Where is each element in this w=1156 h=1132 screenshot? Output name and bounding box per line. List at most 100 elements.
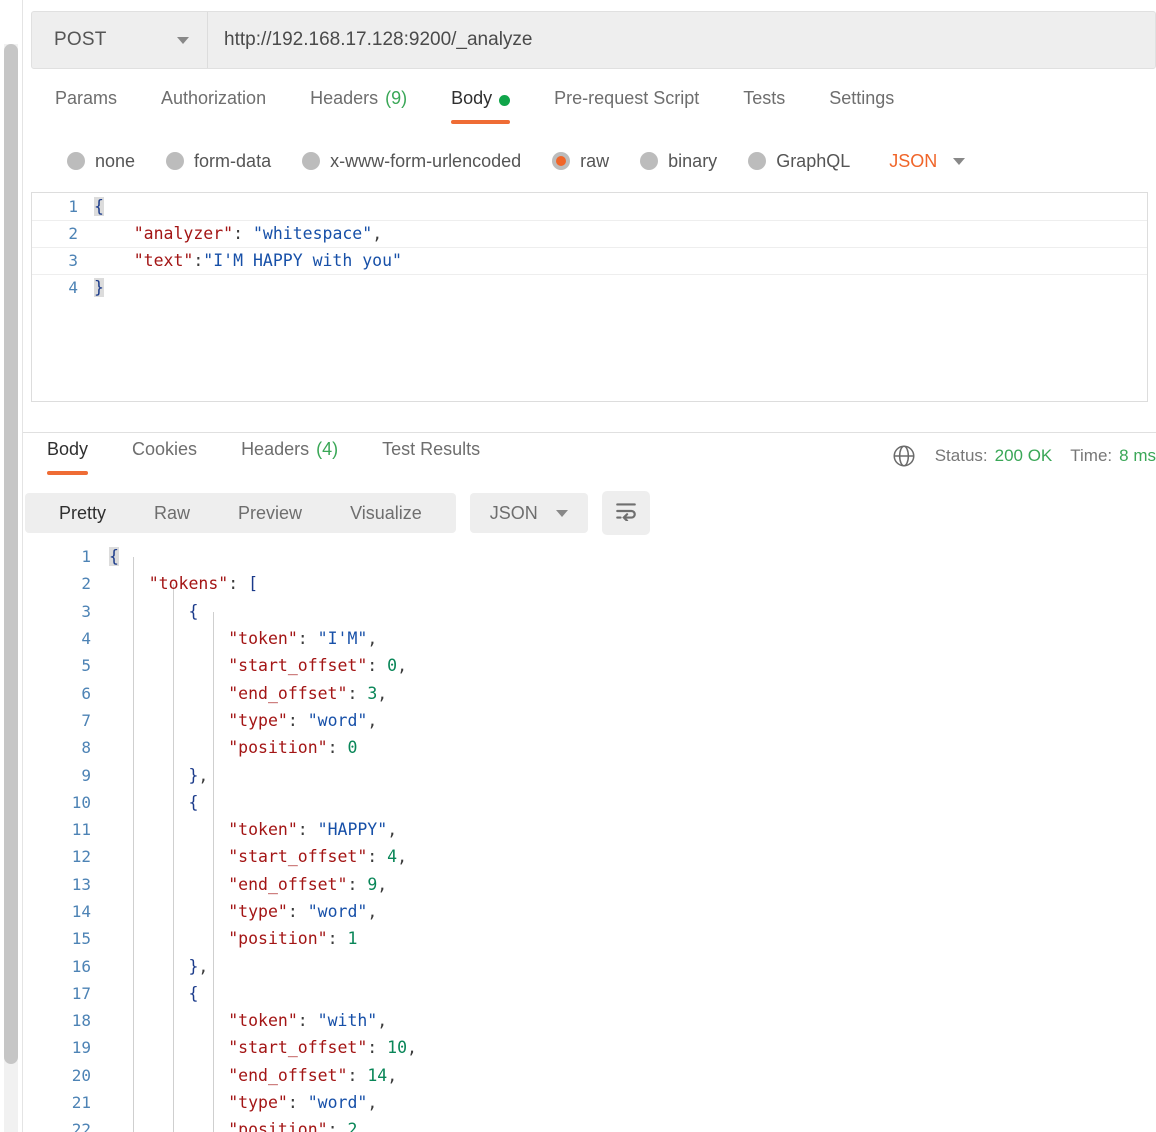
line-number: 1 [81,547,91,567]
code-token: 3 [367,683,378,703]
radio-icon[interactable] [640,152,659,170]
request-tab-pre-request-script[interactable]: Pre-request Script [532,82,721,128]
request-tab-tests[interactable]: Tests [721,82,807,128]
code-token: "with" [317,1011,378,1031]
code-token: { [109,547,119,567]
body-type-label: GraphQL [776,150,851,171]
code-line: 7 "type": "word", [23,707,1156,734]
request-tab-body[interactable]: Body [429,82,532,128]
line-number: 4 [81,629,91,649]
code-line: 9 }, [23,761,1156,788]
code-token: "position" [228,929,328,949]
page-scrollbar[interactable] [0,0,22,1132]
http-method-label: POST [54,29,107,50]
code-token: 1 [347,929,358,949]
page-scrollbar-thumb[interactable] [4,44,18,1064]
code-token: "token" [228,1011,298,1031]
word-wrap-button[interactable] [601,491,650,535]
radio-icon[interactable] [302,152,321,170]
body-type-label: none [95,150,136,171]
request-body-type-options: none form-data x-www-form-urlencoded raw bin… [23,134,1156,188]
code-line: 8 "position": 0 [23,734,1156,761]
response-view-raw[interactable]: Raw [130,493,214,533]
code-content: "start_offset": 4, [109,847,407,866]
body-type-label: x-www-form-urlencoded [330,150,522,171]
code-token: [ [248,574,259,594]
response-tab-cookies[interactable]: Cookies [110,433,219,479]
response-view-preview[interactable]: Preview [214,493,326,533]
body-type-radio-raw[interactable]: raw [552,151,609,172]
code-token: } [94,278,104,297]
response-tab-headers[interactable]: Headers (4) [219,433,360,479]
chevron-down-icon [177,36,189,44]
code-content: { [109,602,198,621]
line-number: 15 [71,929,91,949]
request-tab-authorization[interactable]: Authorization [139,82,288,128]
radio-icon[interactable] [67,152,85,170]
response-tab-test-results[interactable]: Test Results [360,433,502,479]
response-view-visualize[interactable]: Visualize [326,493,446,533]
code-line: 5 "start_offset": 0, [23,652,1156,679]
code-token: , [367,902,378,921]
body-type-radio-graphql[interactable]: GraphQL [748,151,850,172]
request-body-editor[interactable]: 1{2 "analyzer": "whitespace", 3 "text":"I… [31,192,1148,402]
http-method-select[interactable]: POST [32,12,208,68]
code-token: "text" [133,251,194,270]
response-toolbar: Pretty Raw Preview Visualize JSON [23,485,1156,541]
code-token: , [198,765,209,785]
url-input[interactable]: http://192.168.17.128:9200/_analyze [208,12,1155,68]
body-type-radio-binary[interactable]: binary [640,151,717,172]
response-format-select[interactable]: JSON [469,493,588,533]
radio-icon[interactable] [166,152,185,170]
line-number: 9 [81,765,91,785]
response-tab-label: Body [47,439,89,459]
code-line: 19 "start_offset": 10, [23,1034,1156,1061]
request-tab-headers[interactable]: Headers (9) [288,82,429,128]
code-token: : [297,1011,318,1031]
code-token: : [287,710,308,730]
code-line: 16 }, [23,952,1156,979]
code-content: "start_offset": 10, [109,1038,417,1057]
status-pair: Status: 200 OK [935,446,1053,466]
time-pair: Time: 8 ms [1070,446,1156,466]
body-type-radio-x-www-form-urlencoded[interactable]: x-www-form-urlencoded [302,151,521,172]
code-token: "start_offset" [228,847,368,867]
body-type-radio-form-data[interactable]: form-data [166,151,271,172]
radio-icon[interactable] [552,152,571,170]
active-tab-underline [451,120,511,124]
response-tab-body[interactable]: Body [25,433,110,479]
response-tab-label: Test Results [382,439,481,459]
code-token: "type" [228,902,288,921]
request-tab-label: Headers [310,88,379,108]
code-line: 20 "end_offset": 14, [23,1062,1156,1089]
code-content: { [109,547,119,567]
line-number: 8 [81,738,91,758]
radio-icon[interactable] [748,152,767,170]
request-body-code[interactable]: 1{2 "analyzer": "whitespace", 3 "text":"I… [32,193,1147,401]
request-body-format-select[interactable]: JSON [889,151,966,172]
code-line: 4 "token": "I'M", [23,625,1156,652]
url-bar: POST http://192.168.17.128:9200/_analyze [31,11,1156,69]
response-body-editor[interactable]: 1{2 "tokens": [3 {4 "token": "I'M", 5 "st… [23,543,1156,1132]
code-token: "tokens" [148,574,229,594]
line-number: 19 [71,1038,91,1058]
code-content: "start_offset": 0, [109,656,407,675]
code-token: , [367,710,378,730]
code-token: , [407,1038,417,1058]
code-token: "start_offset" [228,1038,368,1058]
response-view-pretty[interactable]: Pretty [35,493,130,533]
response-body-code[interactable]: 1{2 "tokens": [3 {4 "token": "I'M", 5 "st… [23,543,1156,1132]
request-tab-settings[interactable]: Settings [807,82,916,128]
code-line: 12 "start_offset": 4, [23,843,1156,870]
code-line: 22 "position": 2 [23,1116,1156,1132]
request-tab-label: Pre-request Script [554,88,700,108]
body-type-radio-none[interactable]: none [67,151,135,172]
request-tab-params[interactable]: Params [33,82,139,128]
